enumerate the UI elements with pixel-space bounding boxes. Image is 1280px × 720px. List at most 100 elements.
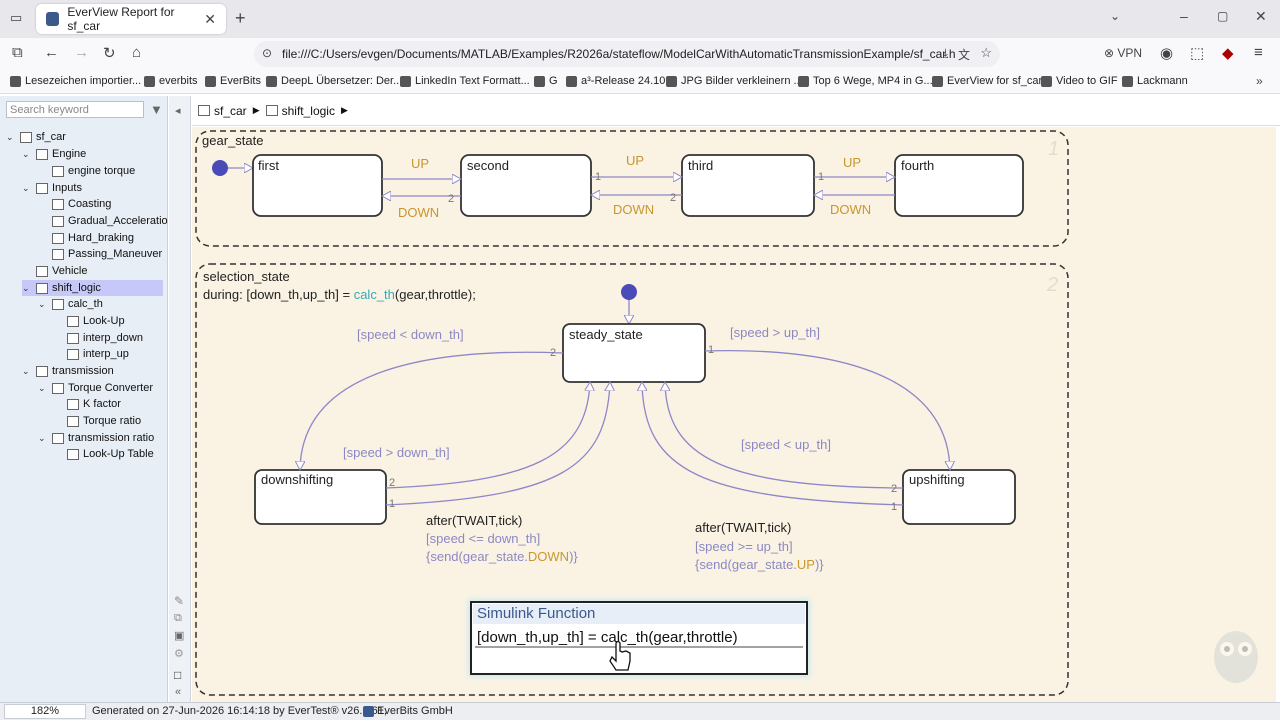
subsystem-icon — [36, 148, 48, 160]
vehicle-icon — [52, 382, 64, 394]
url-text: file:///C:/Users/evgen/Documents/MATLAB/… — [282, 47, 956, 61]
bookmark-item[interactable]: Lesezeichen importier... — [10, 75, 141, 87]
label-down: DOWN — [398, 205, 439, 220]
tree-item-transmission-ratio[interactable]: ⌄ transmission ratio — [38, 430, 154, 446]
priority-label: 2 — [448, 193, 454, 205]
chevron-down-icon[interactable]: ⌄ — [1110, 9, 1120, 23]
bookmark-item[interactable]: everbits — [144, 75, 198, 87]
tree-item-look-up-table[interactable]: Look-Up Table — [67, 446, 154, 462]
breadcrumb: sf_car ▶ shift_logic ▶ — [192, 96, 1280, 126]
sidebar-toggle-icon[interactable]: ⧉ — [12, 44, 23, 61]
tree-item-engine[interactable]: ⌄ Engine — [22, 146, 86, 162]
bookmark-star-icon[interactable]: ☆ — [980, 45, 992, 61]
tree-item-inputs[interactable]: ⌄ Inputs — [22, 180, 82, 196]
collapse-icon[interactable]: ⌄ — [38, 433, 48, 444]
maximize-icon[interactable]: ▢ — [1217, 9, 1228, 23]
extensions-icon[interactable]: ⬚ — [1190, 44, 1204, 62]
collapse-icon[interactable]: ⌄ — [38, 383, 48, 394]
action-line: {send(gear_state.UP)} — [695, 557, 824, 572]
collapse-icon[interactable]: ⌄ — [22, 149, 32, 160]
transition-down-to-steady-2[interactable] — [385, 383, 590, 489]
collapse-icon[interactable]: ⌄ — [22, 283, 32, 294]
copy-icon[interactable]: ⧉ — [174, 612, 182, 625]
tree-item-label: calc_th — [68, 298, 103, 310]
tree-item-passing-maneuver[interactable]: Passing_Maneuver — [52, 246, 162, 262]
tree-item-coasting[interactable]: Coasting — [52, 196, 111, 212]
tree-item-hard-braking[interactable]: Hard_braking — [52, 230, 134, 246]
filter-icon[interactable]: ▼ — [150, 102, 163, 117]
company-link[interactable]: EverBits GmbH — [377, 705, 453, 717]
breadcrumb-root[interactable]: sf_car — [214, 104, 247, 118]
bookmark-item[interactable]: LinkedIn Text Formatt... — [400, 75, 530, 87]
tree-item-interp-down[interactable]: interp_down — [67, 330, 143, 346]
tree-item-torque-converter[interactable]: ⌄ Torque Converter — [38, 380, 153, 396]
stateflow-canvas[interactable]: gear_state 1 first second third fourth U… — [192, 127, 1276, 702]
tree-item-torque-ratio[interactable]: Torque ratio — [67, 413, 141, 429]
guard-speed-gt-up: [speed > up_th] — [730, 325, 820, 340]
bookmark-item[interactable]: a³-Release 24.10 — [566, 75, 665, 87]
back-icon[interactable]: ← — [44, 44, 59, 61]
ublock-icon[interactable]: ◆ — [1222, 44, 1234, 62]
bookmark-item[interactable]: EverView for sf_car — [932, 75, 1042, 87]
lookup-icon — [67, 348, 79, 360]
tree-item-look-up[interactable]: Look-Up — [67, 313, 125, 329]
tree-item-label: Torque Converter — [68, 382, 153, 394]
tree-item-vehicle[interactable]: Vehicle — [36, 263, 87, 279]
bookmark-item[interactable]: G — [534, 75, 558, 87]
square-icon[interactable]: □ — [174, 668, 181, 682]
collapse-pane-icon[interactable]: ◂ — [175, 104, 181, 117]
tree-item-engine-torque[interactable]: engine torque — [52, 163, 135, 179]
close-tab-icon[interactable]: ✕ — [204, 11, 216, 28]
translate-icon[interactable]: 文 — [958, 46, 970, 63]
state-steady-label: steady_state — [569, 327, 643, 342]
tree-item-calc-th[interactable]: ⌄ calc_th — [38, 296, 103, 312]
close-window-icon[interactable]: ✕ — [1255, 8, 1267, 25]
bookmark-item[interactable]: Lackmann — [1122, 75, 1188, 87]
menu-icon[interactable]: ≡ — [1254, 44, 1263, 61]
profile-icon[interactable]: ◉ — [1160, 44, 1173, 62]
tree-item-label: sf_car — [36, 131, 66, 143]
tab-list-icon[interactable]: ▭ — [10, 10, 22, 26]
state-downshifting-label: downshifting — [261, 472, 333, 487]
bookmark-item[interactable]: DeepL Übersetzer: Der... — [266, 75, 402, 87]
more-bookmarks-icon[interactable]: » — [1256, 74, 1263, 88]
tree-item-gradual-acceleration[interactable]: Gradual_Acceleratio — [52, 213, 168, 229]
zoom-level[interactable]: 182% — [4, 704, 86, 719]
state-first-label: first — [258, 158, 279, 173]
tree-item-k-factor[interactable]: K factor — [67, 396, 121, 412]
address-bar[interactable]: ⊙ file:///C:/Users/evgen/Documents/MATLA… — [254, 41, 1000, 67]
priority-label: 1 — [708, 344, 714, 356]
collapse-icon[interactable]: ⌄ — [22, 366, 32, 377]
tree-item-transmission[interactable]: ⌄ transmission — [22, 363, 114, 379]
browser-tab[interactable]: EverView Report for sf_car ✕ — [36, 4, 226, 34]
site-info-icon[interactable]: ⊙ — [262, 46, 272, 60]
transition-up-to-steady-2[interactable] — [665, 383, 904, 489]
save-page-icon[interactable]: ⤓ — [943, 46, 948, 61]
collapse-icon[interactable]: ⌄ — [6, 132, 16, 143]
double-chevron-icon[interactable]: « — [175, 686, 181, 698]
save-icon[interactable]: ▣ — [174, 629, 184, 642]
vpn-icon[interactable]: ⊗ VPN — [1104, 46, 1142, 60]
forward-icon[interactable]: → — [74, 44, 89, 61]
settings-icon[interactable]: ⚙ — [174, 647, 184, 660]
tree-item-sf-car[interactable]: ⌄ sf_car — [6, 129, 66, 145]
home-icon[interactable]: ⌂ — [132, 44, 141, 61]
state-upshifting-label: upshifting — [909, 472, 965, 487]
reload-icon[interactable]: ↻ — [103, 44, 116, 62]
tree-item-shift-logic[interactable]: ⌄ shift_logic — [22, 280, 163, 296]
breadcrumb-current[interactable]: shift_logic — [282, 104, 335, 118]
new-tab-icon[interactable]: + — [235, 8, 246, 29]
collapse-icon[interactable]: ⌄ — [38, 299, 48, 310]
minimize-icon[interactable]: – — [1180, 8, 1188, 24]
bookmark-item[interactable]: Top 6 Wege, MP4 in G... — [798, 75, 933, 87]
edit-icon[interactable]: ✎ — [174, 594, 184, 608]
bookmark-item[interactable]: JPG Bilder verkleinern ... — [666, 75, 803, 87]
action-suffix: )} — [815, 557, 824, 572]
model-icon — [198, 105, 210, 116]
collapse-icon[interactable]: ⌄ — [22, 183, 32, 194]
tree-item-interp-up[interactable]: interp_up — [67, 346, 129, 362]
tree-item-label: Look-Up — [83, 315, 125, 327]
search-input[interactable]: Search keyword — [6, 101, 144, 118]
bookmark-item[interactable]: Video to GIF — [1041, 75, 1118, 87]
bookmark-item[interactable]: EverBits — [205, 75, 261, 87]
